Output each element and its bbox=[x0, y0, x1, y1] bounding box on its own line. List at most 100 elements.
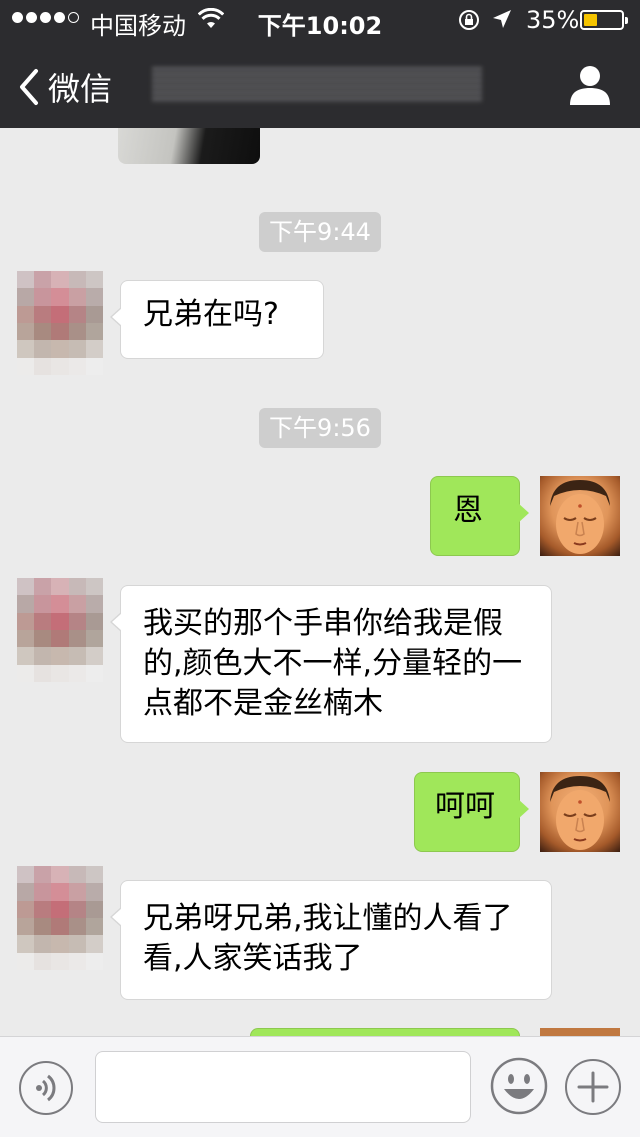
mosaic-cell bbox=[68, 323, 86, 341]
location-arrow-icon bbox=[493, 10, 511, 28]
plus-icon bbox=[577, 1071, 609, 1103]
mosaic-cell bbox=[34, 900, 52, 918]
mosaic-cell bbox=[17, 664, 35, 682]
mosaic-cell bbox=[34, 918, 52, 936]
buddha-avatar-image bbox=[550, 480, 610, 554]
avatar-partial[interactable] bbox=[540, 1028, 620, 1036]
mosaic-cell bbox=[17, 288, 35, 306]
mosaic-cell bbox=[17, 578, 35, 596]
mosaic-cell bbox=[85, 900, 103, 918]
mosaic-cell bbox=[34, 664, 52, 682]
mosaic-cell bbox=[17, 952, 35, 970]
mosaic-cell bbox=[51, 323, 69, 341]
mosaic-cell bbox=[34, 952, 52, 970]
avatar[interactable] bbox=[17, 578, 103, 682]
mosaic-cell bbox=[34, 595, 52, 613]
mosaic-cell bbox=[51, 900, 69, 918]
back-label: 微信 bbox=[48, 70, 113, 108]
mosaic-cell bbox=[51, 935, 69, 953]
mosaic-cell bbox=[68, 612, 86, 630]
mosaic-cell bbox=[34, 883, 52, 901]
emoji-icon[interactable] bbox=[490, 1057, 548, 1115]
image-message-partial[interactable] bbox=[118, 128, 260, 164]
mosaic-cell bbox=[34, 271, 52, 289]
mosaic-cell bbox=[51, 664, 69, 682]
mosaic-cell bbox=[17, 323, 35, 341]
mosaic-cell bbox=[51, 357, 69, 375]
mosaic-cell bbox=[68, 340, 86, 358]
mosaic-cell bbox=[17, 918, 35, 936]
mosaic-cell bbox=[17, 900, 35, 918]
battery-fill bbox=[584, 14, 597, 26]
person-icon[interactable] bbox=[568, 64, 612, 106]
mosaic-cell bbox=[85, 595, 103, 613]
mosaic-cell bbox=[51, 612, 69, 630]
voice-button[interactable] bbox=[19, 1061, 73, 1115]
mosaic-cell bbox=[85, 647, 103, 665]
chat-title-obscured bbox=[152, 67, 482, 103]
orientation-lock-icon bbox=[459, 10, 479, 30]
mosaic-cell bbox=[34, 935, 52, 953]
message-bubble-right[interactable]: 呵呵 bbox=[414, 772, 529, 852]
avatar[interactable] bbox=[17, 271, 103, 375]
mosaic-cell bbox=[17, 883, 35, 901]
message-bubble-right-partial[interactable] bbox=[250, 1028, 520, 1036]
voice-icon bbox=[36, 1074, 56, 1102]
mosaic-cell bbox=[68, 595, 86, 613]
chat-area[interactable]: 下午9:44 兄弟在吗? 下午9:56 恩 我买的那个手串你给我是假的,颜色大不… bbox=[0, 128, 640, 1036]
mosaic-cell bbox=[17, 935, 35, 953]
top-bar: 中国移动 下午10:02 35% 微信 bbox=[0, 0, 640, 128]
mosaic-cell bbox=[68, 866, 86, 884]
mosaic-cell bbox=[17, 647, 35, 665]
mosaic-cell bbox=[34, 578, 52, 596]
mosaic-cell bbox=[85, 630, 103, 648]
mosaic-cell bbox=[17, 357, 35, 375]
message-bubble-left[interactable]: 兄弟在吗? bbox=[110, 280, 324, 359]
mosaic-cell bbox=[34, 866, 52, 884]
mosaic-cell bbox=[85, 883, 103, 901]
mosaic-cell bbox=[68, 305, 86, 323]
timestamp: 下午9:44 bbox=[259, 212, 381, 252]
mosaic-cell bbox=[85, 578, 103, 596]
mosaic-cell bbox=[51, 630, 69, 648]
message-input[interactable] bbox=[95, 1051, 471, 1123]
mosaic-cell bbox=[85, 323, 103, 341]
mosaic-cell bbox=[68, 630, 86, 648]
mosaic-cell bbox=[85, 340, 103, 358]
avatar-mosaic bbox=[17, 271, 103, 375]
timestamp: 下午9:56 bbox=[259, 408, 381, 448]
back-button[interactable]: 微信 bbox=[16, 64, 112, 110]
avatar[interactable] bbox=[540, 772, 620, 852]
nav-bar: 微信 bbox=[0, 40, 640, 128]
mosaic-cell bbox=[17, 271, 35, 289]
mosaic-cell bbox=[34, 612, 52, 630]
chevron-left-icon bbox=[20, 69, 38, 105]
mosaic-cell bbox=[85, 357, 103, 375]
avatar[interactable] bbox=[540, 476, 620, 556]
buddha-avatar-image bbox=[550, 776, 610, 850]
mosaic-cell bbox=[51, 866, 69, 884]
mosaic-cell bbox=[34, 323, 52, 341]
message-bubble-left[interactable]: 兄弟呀兄弟,我让懂的人看了看,人家笑话我了 bbox=[110, 880, 552, 1000]
mosaic-cell bbox=[34, 288, 52, 306]
mosaic-cell bbox=[85, 918, 103, 936]
mosaic-cell bbox=[68, 918, 86, 936]
mosaic-cell bbox=[68, 900, 86, 918]
avatar[interactable] bbox=[17, 866, 103, 970]
mosaic-cell bbox=[51, 647, 69, 665]
mosaic-cell bbox=[51, 288, 69, 306]
mosaic-cell bbox=[68, 271, 86, 289]
mosaic-cell bbox=[17, 866, 35, 884]
plus-button[interactable] bbox=[565, 1059, 621, 1115]
mosaic-cell bbox=[68, 952, 86, 970]
mosaic-cell bbox=[34, 357, 52, 375]
mosaic-cell bbox=[17, 630, 35, 648]
mosaic-cell bbox=[34, 647, 52, 665]
mosaic-cell bbox=[51, 340, 69, 358]
mosaic-cell bbox=[51, 595, 69, 613]
mosaic-cell bbox=[68, 357, 86, 375]
message-bubble-right[interactable]: 恩 bbox=[430, 476, 529, 556]
mosaic-cell bbox=[51, 271, 69, 289]
mosaic-cell bbox=[17, 595, 35, 613]
message-bubble-left[interactable]: 我买的那个手串你给我是假的,颜色大不一样,分量轻的一点都不是金丝楠木 bbox=[110, 585, 552, 743]
